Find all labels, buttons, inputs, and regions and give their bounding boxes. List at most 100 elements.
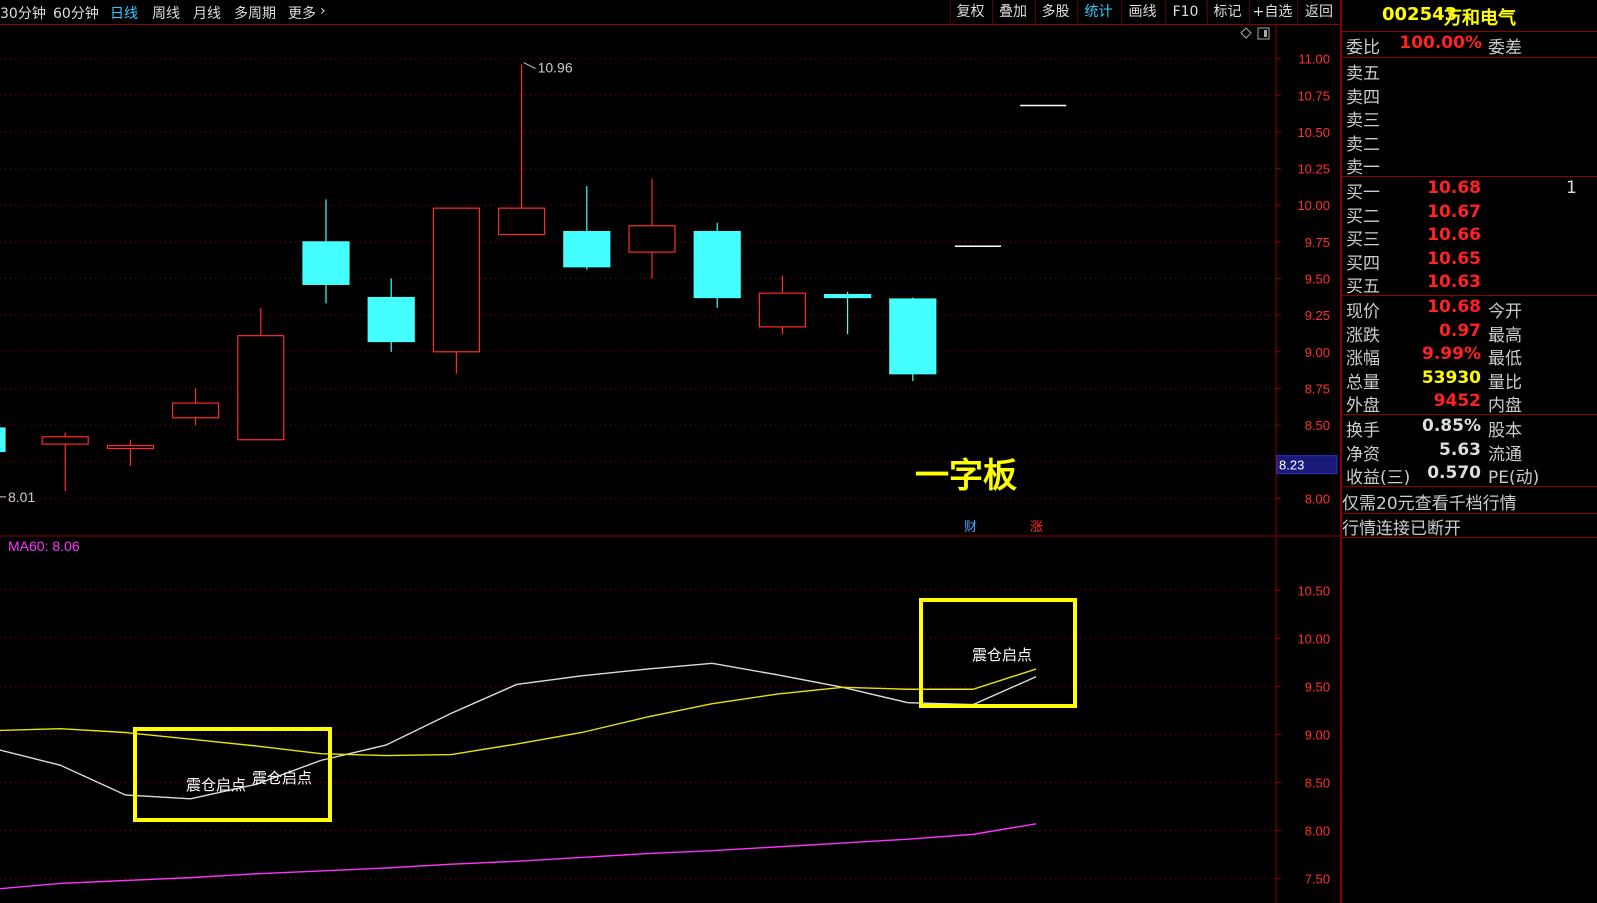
buy-level-label: 买四	[1346, 253, 1380, 274]
event-marker: 涨	[1030, 520, 1043, 535]
sell-level-row: 卖四	[1342, 83, 1597, 108]
buy-level-row: 买五 10.63	[1342, 272, 1597, 297]
kline-chart[interactable]: 11.00 10.75 10.50 10.25 10.00 9.75 9.50 9.25 9.0…	[0, 24, 1340, 903]
candle	[498, 64, 546, 236]
stock-name: 万和电气	[1444, 8, 1516, 29]
period-more[interactable]: 更多	[288, 3, 316, 23]
stat-value: 10.68	[1427, 297, 1481, 317]
candle	[0, 427, 6, 453]
tool-f10-button[interactable]: F10	[1165, 0, 1205, 24]
price-tick-label: 10.75	[1297, 88, 1330, 103]
candle	[172, 388, 220, 426]
candle-body	[823, 294, 872, 299]
stat-row: 总量 53930 量比	[1342, 368, 1597, 393]
weibi-label: 委比	[1346, 38, 1380, 58]
chevron-right-icon[interactable]: ›	[320, 3, 326, 19]
buy-level-row: 买四 10.65	[1342, 248, 1597, 274]
buy-level-price: 10.66	[1427, 225, 1481, 245]
candle-body	[563, 231, 611, 268]
period-monthly[interactable]: 月线	[193, 3, 221, 23]
period-multi[interactable]: 多周期	[234, 3, 276, 23]
sell-level-row: 卖三	[1342, 106, 1597, 131]
stat-ext-label: PE(动)	[1488, 468, 1540, 488]
stat-row: 涨跌 0.97 最高	[1342, 320, 1597, 346]
stat-value: 0.97	[1439, 320, 1481, 341]
weibi-value: 100.00%	[1399, 33, 1482, 53]
period-weekly[interactable]: 周线	[152, 3, 180, 23]
sell-level-label: 卖五	[1346, 64, 1380, 84]
stat-label: 收益(三)	[1346, 468, 1411, 488]
price-tick-label: 9.00	[1305, 345, 1330, 360]
candle	[628, 178, 676, 279]
event-marker: 财	[964, 520, 977, 535]
stat-ext-label: 内盘	[1488, 396, 1522, 416]
stat-ext-label: 今开	[1488, 302, 1522, 322]
buy-level-price: 10.63	[1427, 272, 1481, 292]
price-tick-label: 9.75	[1305, 235, 1330, 250]
stat-ext-label: 最低	[1488, 349, 1522, 369]
connection-status: 行情连接已断开	[1342, 519, 1461, 539]
stat-label: 现价	[1346, 302, 1380, 322]
window-icon	[1257, 27, 1270, 40]
stat-label: 涨幅	[1346, 349, 1380, 369]
price-tick-label: 9.25	[1305, 308, 1330, 323]
tool-draw-button[interactable]: 画线	[1121, 0, 1163, 24]
tool-stats-button[interactable]: 统计	[1077, 0, 1119, 24]
tool-add-watchlist-button[interactable]: +自选	[1249, 0, 1295, 24]
shakeout-start-label: 震仓启点	[972, 646, 1032, 664]
sell-level-row: 卖二	[1342, 130, 1597, 155]
candle	[693, 222, 741, 308]
price-tick-label: 9.50	[1305, 272, 1330, 287]
ma-tick-label: 10.50	[1297, 583, 1330, 598]
weibi-row: 委比 100.00% 委差	[1342, 33, 1597, 58]
tool-mark-button[interactable]: 标记	[1207, 0, 1247, 24]
period-30min[interactable]: 30分钟	[0, 3, 46, 23]
tool-multi-stock-button[interactable]: 多股	[1035, 0, 1075, 24]
ma-line-1	[0, 668, 1037, 757]
ma-line-0	[0, 662, 1037, 800]
candle	[889, 297, 937, 382]
candle-body	[106, 444, 155, 450]
stat-row: 涨幅 9.99% 最低	[1342, 344, 1597, 369]
current-price-tag: 8.23	[1279, 458, 1304, 473]
stat-value: 5.63	[1439, 439, 1481, 460]
candle-body	[693, 231, 741, 299]
stat-ext-label: 流通	[1488, 444, 1522, 465]
candle-body	[302, 241, 350, 285]
ma60-legend: MA60: 8.06	[8, 538, 80, 554]
candle	[302, 199, 350, 304]
candle	[432, 207, 480, 374]
high-price-label: 10.96	[538, 60, 573, 76]
tool-back-button[interactable]: 返回	[1297, 0, 1340, 24]
period-daily[interactable]: 日线	[110, 3, 138, 23]
buy-level-volume: 1	[1566, 178, 1577, 198]
price-tick-label: 10.25	[1297, 162, 1330, 177]
candle-body	[498, 207, 546, 236]
sell-level-row: 卖一	[1342, 153, 1597, 178]
sell-level-label: 卖三	[1346, 111, 1380, 131]
buy-level-price: 10.65	[1427, 248, 1481, 269]
price-tick-label: 10.50	[1297, 125, 1330, 140]
candle-body	[367, 296, 415, 343]
candle-body	[628, 225, 676, 253]
ma-tick-label: 7.50	[1305, 872, 1330, 887]
limit-up-annotation: 一字板	[915, 456, 1017, 496]
notice-text[interactable]: 仅需20元查看千档行情	[1342, 489, 1597, 514]
tool-overlay-button[interactable]: 叠加	[992, 0, 1033, 24]
candle	[367, 278, 415, 352]
candle-body	[889, 298, 937, 375]
buy-level-label: 买一	[1346, 183, 1380, 203]
period-60min[interactable]: 60分钟	[53, 3, 99, 23]
top-toolbar: 30分钟 60分钟 日线 周线 月线 多周期 更多 › 复权 叠加 多股 统计 …	[0, 0, 1340, 25]
stat-row: 净资 5.63 流通	[1342, 439, 1597, 465]
stat-value: 0.570	[1427, 463, 1481, 483]
buy-level-row: 买一 10.68 1	[1342, 178, 1597, 203]
shakeout-start-label: 震仓启点	[252, 769, 312, 787]
candle	[41, 432, 89, 492]
ma-tick-label: 9.50	[1305, 679, 1330, 694]
candle	[563, 186, 611, 270]
tool-fuquan-button[interactable]: 复权	[950, 0, 990, 24]
ma-tick-label: 9.00	[1305, 727, 1330, 742]
candle-body	[758, 292, 807, 328]
price-tick-label: 8.00	[1305, 491, 1330, 506]
